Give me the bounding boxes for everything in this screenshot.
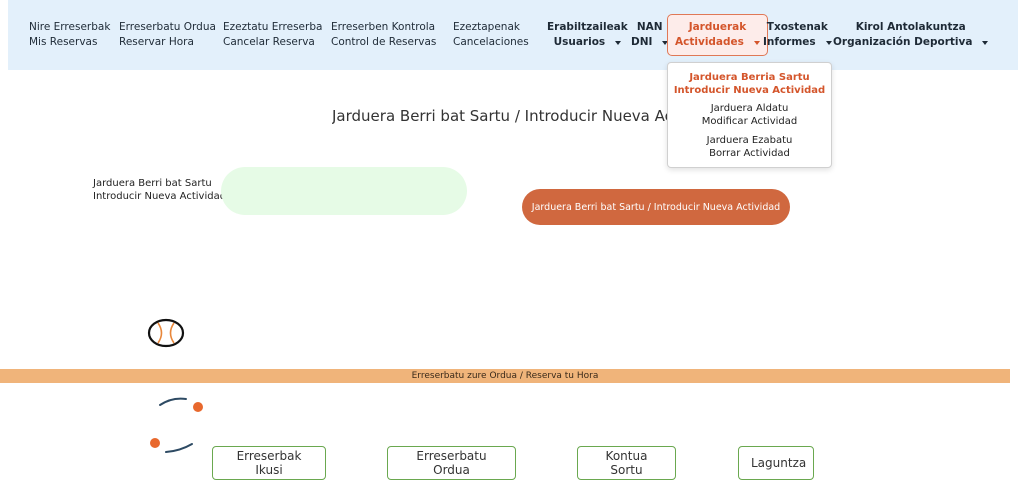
ayuda-button[interactable]: Laguntza: [738, 446, 814, 480]
nav-item-dni[interactable]: NAN DNI: [631, 0, 669, 70]
nav-item-usuarios[interactable]: Erabiltzaileak Usuarios: [547, 0, 628, 70]
nav-label-es: Actividades: [675, 36, 744, 48]
nav-item-mis-reservas[interactable]: Nire Erreserbak Mis Reservas: [29, 0, 110, 70]
nav-item-reservar-hora[interactable]: Erreserbatu Ordua Reservar Hora: [119, 0, 216, 70]
dropdown-label-es: Modificar Actividad: [701, 115, 798, 127]
reserve-hour-bar: Erreserbatu zure Ordua / Reserva tu Hora: [0, 369, 1010, 383]
nav-label-eu: Kirol Antolakuntza: [855, 21, 966, 33]
nav-item-organizacion-deportiva[interactable]: Kirol Antolakuntza Organización Deportiv…: [833, 0, 989, 70]
field-label-eu: Jarduera Berri bat Sartu: [93, 178, 212, 189]
nav-label-es: Informes: [763, 36, 816, 48]
page-title: Jarduera Berri bat Sartu / Introducir Nu…: [332, 107, 669, 125]
caret-down-icon: [825, 40, 832, 45]
dropdown-label-eu: Jarduera Aldatu: [710, 103, 789, 114]
crear-cuenta-button[interactable]: Kontua Sortu: [577, 446, 676, 480]
main-navbar: Nire Erreserbak Mis Reservas Erreserbatu…: [8, 0, 1018, 70]
dropdown-label-eu: Jarduera Berria Sartu: [689, 72, 810, 83]
nav-label-es: Usuarios: [553, 36, 606, 48]
nav-label-es: Cancelar Reserva: [223, 36, 315, 48]
nav-item-control-reservas[interactable]: Erreserben Kontrola Control de Reservas: [331, 0, 436, 70]
nav-label-eu: Txostenak: [766, 21, 828, 33]
nav-label-es: Control de Reservas: [331, 36, 437, 48]
nav-label-eu: Erabiltzaileak: [547, 21, 628, 33]
field-label-es: Introducir Nueva Actividad:: [93, 191, 230, 202]
dropdown-item-borrar-actividad[interactable]: Jarduera Ezabatu Borrar Actividad: [668, 135, 831, 160]
activity-name-input[interactable]: [221, 167, 467, 215]
nav-label-es: Organización Deportiva: [833, 36, 973, 48]
nav-item-informes[interactable]: Txostenak Informes: [763, 0, 832, 70]
nav-label-eu: Ezeztapenak: [453, 21, 520, 33]
nav-label-eu: Erreserbatu Ordua: [119, 21, 216, 33]
decorative-balls-icon: [150, 397, 203, 453]
caret-down-icon: [753, 40, 760, 45]
dropdown-label-eu: Jarduera Ezabatu: [706, 135, 793, 146]
nav-label-eu: Jarduerak: [688, 21, 747, 33]
nav-label-eu: Nire Erreserbak: [29, 21, 111, 33]
reservar-hora-button[interactable]: Erreserbatu Ordua: [387, 446, 516, 480]
nav-label-es: DNI: [631, 36, 653, 48]
actividades-dropdown-menu: Jarduera Berria Sartu Introducir Nueva A…: [667, 62, 832, 168]
nav-label-es: Cancelaciones: [453, 36, 529, 48]
nav-item-cancelar-reserva[interactable]: Ezeztatu Erreserba Cancelar Reserva: [223, 0, 322, 70]
nav-label-eu: NAN: [636, 21, 663, 33]
nav-item-cancelaciones[interactable]: Ezeztapenak Cancelaciones: [453, 0, 529, 70]
activity-field-label: Jarduera Berri bat Sartu Introducir Nuev…: [93, 177, 229, 203]
ver-reservas-button[interactable]: Erreserbak Ikusi: [212, 446, 326, 480]
dropdown-label-es: Introducir Nueva Actividad: [673, 84, 826, 96]
dropdown-item-introducir-actividad[interactable]: Jarduera Berria Sartu Introducir Nueva A…: [668, 72, 831, 97]
nav-label-es: Reservar Hora: [119, 36, 194, 48]
introducir-actividad-button[interactable]: Jarduera Berri bat Sartu / Introducir Nu…: [522, 189, 790, 225]
tennis-ball-icon: [147, 318, 185, 348]
nav-label-eu: Erreserben Kontrola: [331, 21, 436, 33]
nav-label-es: Mis Reservas: [29, 36, 98, 48]
nav-item-actividades[interactable]: Jarduerak Actividades: [667, 14, 768, 56]
dropdown-label-es: Borrar Actividad: [709, 147, 790, 159]
nav-label-eu: Ezeztatu Erreserba: [223, 21, 323, 33]
caret-down-icon: [615, 40, 622, 45]
caret-down-icon: [982, 40, 989, 45]
dropdown-item-modificar-actividad[interactable]: Jarduera Aldatu Modificar Actividad: [668, 103, 831, 128]
